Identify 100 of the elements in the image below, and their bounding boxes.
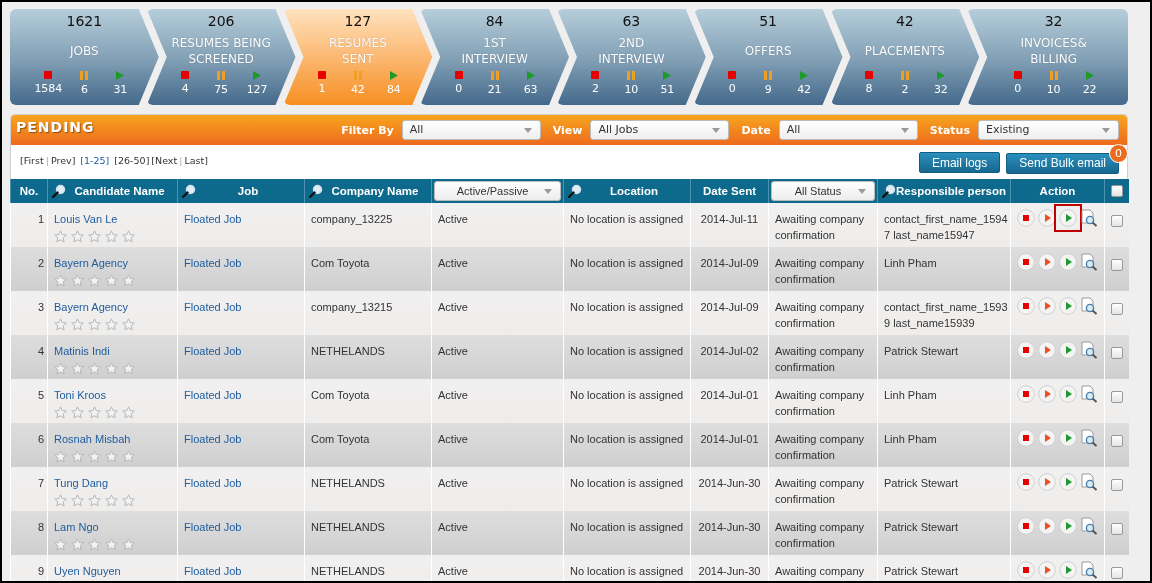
stop-button[interactable] xyxy=(1017,253,1035,271)
play-button[interactable] xyxy=(1038,297,1056,315)
document-search-icon[interactable] xyxy=(1080,209,1098,227)
pagination-link[interactable]: [First xyxy=(20,155,44,166)
pipeline-stage[interactable]: 1621 JOBS 1584 6 31 xyxy=(10,9,159,105)
filter-dropdown[interactable]: All xyxy=(401,120,541,140)
document-search-icon[interactable] xyxy=(1080,297,1098,315)
table-cell: company_13225 xyxy=(311,213,393,225)
pipeline-stage[interactable]: 32 INVOICES& BILLING 0 10 22 xyxy=(967,9,1128,105)
document-search-icon[interactable] xyxy=(1080,561,1098,579)
filter-dropdown[interactable]: All Jobs xyxy=(590,120,730,140)
play-button[interactable] xyxy=(1038,253,1056,271)
play-button[interactable] xyxy=(1038,385,1056,403)
candidate-link[interactable]: Rosnah Misbah xyxy=(54,431,171,447)
job-link[interactable]: Floated Job xyxy=(184,257,242,269)
play-button[interactable] xyxy=(1059,473,1077,491)
document-search-icon[interactable] xyxy=(1080,473,1098,491)
stop-button[interactable] xyxy=(1017,473,1035,491)
column-header: Company Name xyxy=(330,185,420,197)
row-checkbox[interactable] xyxy=(1110,523,1123,536)
play-button[interactable] xyxy=(1059,341,1077,359)
row-checkbox[interactable] xyxy=(1110,303,1123,316)
job-link[interactable]: Floated Job xyxy=(184,433,242,445)
play-button[interactable] xyxy=(1038,341,1056,359)
column-filter-dropdown[interactable]: Active/Passive xyxy=(434,181,561,201)
pipeline-stage[interactable]: 84 1ST INTERVIEW 0 21 63 xyxy=(420,9,569,105)
row-checkbox[interactable] xyxy=(1110,391,1123,404)
candidate-link[interactable]: Bayern Agency xyxy=(54,255,171,271)
pipeline-stage[interactable]: 51 OFFERS 0 9 42 xyxy=(693,9,843,105)
filter-label: Date xyxy=(741,123,771,137)
play-button[interactable] xyxy=(1038,473,1056,491)
job-link[interactable]: Floated Job xyxy=(184,565,242,577)
job-link[interactable]: Floated Job xyxy=(184,389,242,401)
play-button[interactable] xyxy=(1059,429,1077,447)
job-link[interactable]: Floated Job xyxy=(184,213,242,225)
play-button[interactable] xyxy=(1059,209,1077,227)
row-checkbox[interactable] xyxy=(1110,567,1123,580)
row-number: 4 xyxy=(37,345,44,357)
candidate-link[interactable]: Lam Ngo xyxy=(54,519,171,535)
candidate-link[interactable]: Tung Dang xyxy=(54,475,171,491)
pause-icon xyxy=(1049,71,1058,80)
candidate-link[interactable]: Bayern Agency xyxy=(54,299,171,315)
table-cell: Awaiting company confirmation xyxy=(775,257,865,285)
pagination-link[interactable]: Prev] xyxy=(50,155,76,166)
table-cell: NETHELANDS xyxy=(311,477,385,489)
job-link[interactable]: Floated Job xyxy=(184,345,242,357)
document-search-icon[interactable] xyxy=(1080,253,1098,271)
pipeline-stage[interactable]: 63 2ND INTERVIEW 2 10 51 xyxy=(557,9,706,105)
candidate-link[interactable]: Louis Van Le xyxy=(54,211,171,227)
table-cell: NETHELANDS xyxy=(311,345,385,357)
select-all-checkbox[interactable] xyxy=(1110,185,1123,198)
play-button[interactable] xyxy=(1059,561,1077,579)
candidate-link[interactable]: Matinis Indi xyxy=(54,343,171,359)
star-icon xyxy=(54,274,67,287)
job-link[interactable]: Floated Job xyxy=(184,301,242,313)
document-search-icon[interactable] xyxy=(1080,341,1098,359)
row-checkbox[interactable] xyxy=(1110,347,1123,360)
row-checkbox[interactable] xyxy=(1110,435,1123,448)
action-button[interactable]: Email logs xyxy=(918,152,1001,173)
filter-dropdown[interactable]: All xyxy=(778,120,918,140)
pagination-link[interactable]: Last] xyxy=(184,155,208,166)
table-cell: Active xyxy=(438,433,468,445)
document-search-icon[interactable] xyxy=(1080,517,1098,535)
filter-dropdown[interactable]: Existing xyxy=(978,120,1119,140)
play-button[interactable] xyxy=(1038,209,1056,227)
candidate-link[interactable]: Uyen Nguyen xyxy=(54,563,171,579)
play-button[interactable] xyxy=(1059,253,1077,271)
play-button[interactable] xyxy=(1038,517,1056,535)
stop-button[interactable] xyxy=(1017,429,1035,447)
stop-button[interactable] xyxy=(1017,297,1035,315)
star-icon xyxy=(54,230,67,243)
document-search-icon[interactable] xyxy=(1080,429,1098,447)
stop-button[interactable] xyxy=(1017,561,1035,579)
candidate-link[interactable]: Toni Kroos xyxy=(54,387,171,403)
stop-button[interactable] xyxy=(1017,385,1035,403)
pipeline-stage[interactable]: 42 PLACEMENTS 8 2 32 xyxy=(830,9,980,105)
play-button[interactable] xyxy=(1059,297,1077,315)
row-checkbox[interactable] xyxy=(1110,479,1123,492)
stat-count: 0 xyxy=(728,82,736,95)
column-filter-dropdown[interactable]: All Status xyxy=(771,181,875,201)
row-checkbox[interactable] xyxy=(1110,215,1123,228)
play-button[interactable] xyxy=(1059,517,1077,535)
document-search-icon[interactable] xyxy=(1080,385,1098,403)
star-icon xyxy=(122,494,135,507)
stop-button[interactable] xyxy=(1017,209,1035,227)
pagination-link[interactable]: [Next xyxy=(151,155,178,166)
stop-button[interactable] xyxy=(1017,517,1035,535)
play-button[interactable] xyxy=(1038,429,1056,447)
stop-button[interactable] xyxy=(1017,341,1035,359)
pipeline-stage[interactable]: 127 RESUMES SENT 1 42 84 xyxy=(283,9,433,105)
pagination-link[interactable]: [26-50] xyxy=(114,155,150,166)
job-link[interactable]: Floated Job xyxy=(184,521,242,533)
pipeline-stage[interactable]: 206 RESUMES BEING SCREENED 4 75 127 xyxy=(146,9,296,105)
play-button[interactable] xyxy=(1059,385,1077,403)
play-icon xyxy=(1085,71,1094,80)
row-checkbox[interactable] xyxy=(1110,259,1123,272)
job-link[interactable]: Floated Job xyxy=(184,477,242,489)
stat-count: 10 xyxy=(624,83,639,96)
play-button[interactable] xyxy=(1038,561,1056,579)
pagination-link[interactable]: [1-25] xyxy=(80,155,110,166)
